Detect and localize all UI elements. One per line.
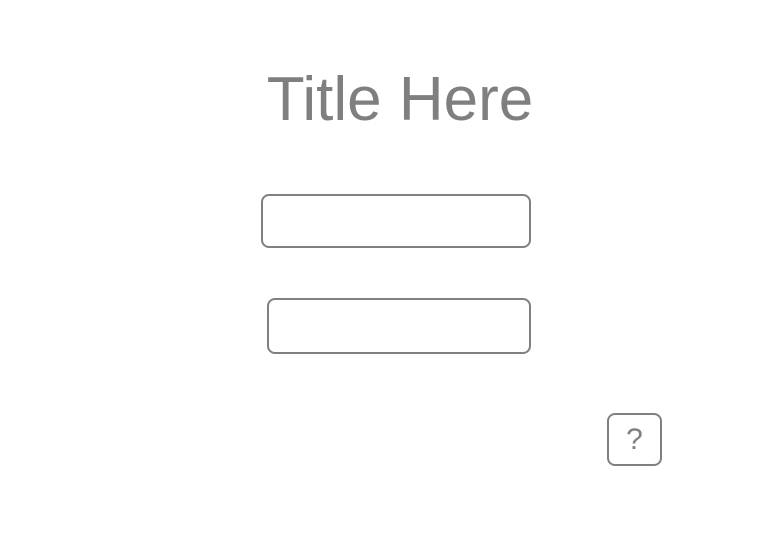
text-input-2[interactable] xyxy=(267,298,531,354)
question-mark-icon: ? xyxy=(626,422,643,456)
page-title: Title Here xyxy=(266,65,534,134)
text-input-1[interactable] xyxy=(261,194,531,248)
help-button[interactable]: ? xyxy=(607,413,662,466)
